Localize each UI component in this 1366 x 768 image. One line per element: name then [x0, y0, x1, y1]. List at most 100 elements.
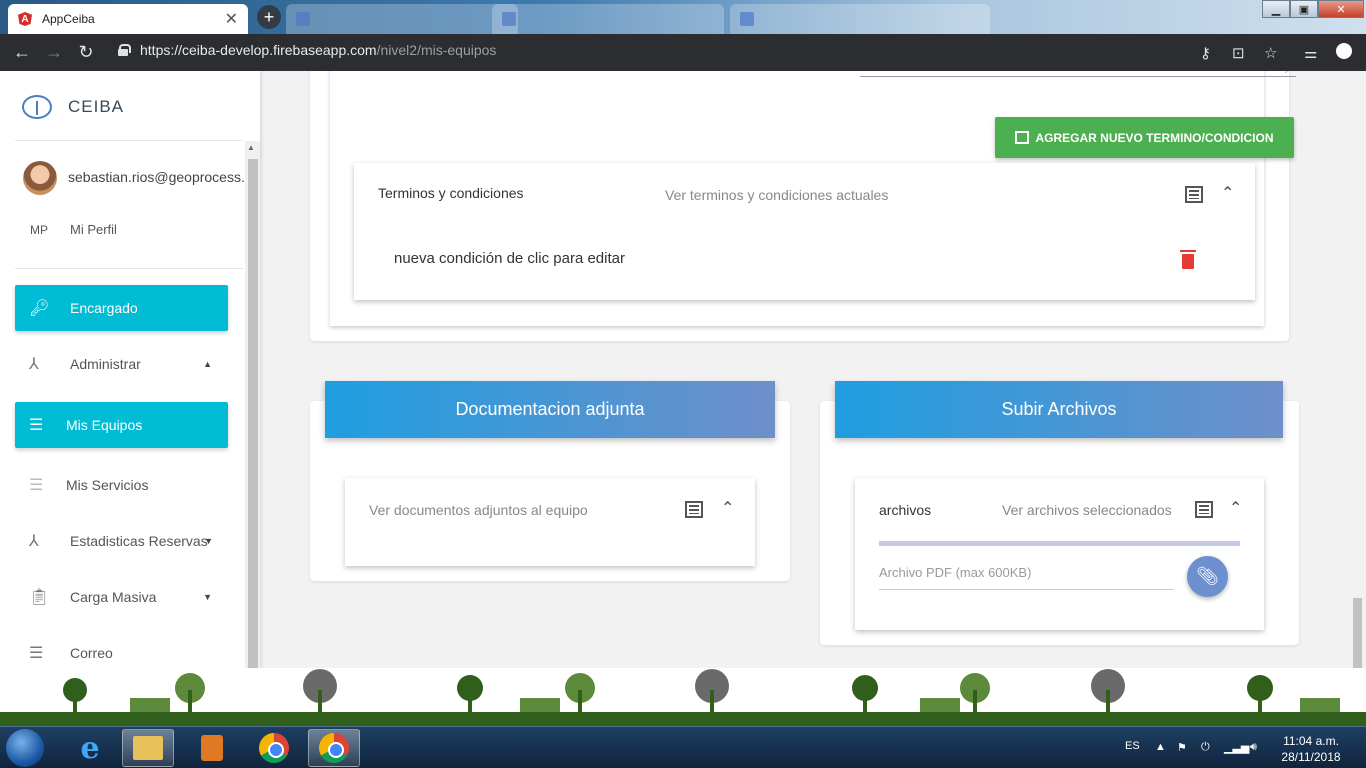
action-center-flag-icon[interactable]: ⚑ [1177, 741, 1187, 754]
extension-icon[interactable]: ⚌ [1304, 44, 1317, 62]
minimize-window-button[interactable]: ▁ [1262, 0, 1290, 18]
file-input-underline [879, 589, 1174, 590]
page-scrollbar[interactable] [1349, 71, 1366, 726]
sidebar-item-mis-equipos[interactable]: ☰ Mis Equipos [15, 402, 228, 448]
documentation-header: Documentacion adjunta [325, 381, 775, 438]
caret-up-icon: ▲ [203, 359, 212, 369]
internet-explorer-icon[interactable]: e [64, 729, 116, 767]
back-arrow-icon[interactable]: ← [6, 42, 38, 63]
key-icon[interactable]: ⚷ [1200, 44, 1211, 62]
sidebar-scrollbar[interactable]: ▲ [245, 141, 260, 668]
sidebar-item-label: Encargado [70, 300, 138, 316]
volume-icon[interactable]: 🔊︎ [1250, 741, 1257, 754]
maximize-window-button[interactable]: ▣ [1290, 0, 1318, 18]
profile-avatar-icon[interactable] [1336, 43, 1352, 59]
terms-card: ⟋ AGREGAR NUEVO TERMINO/CONDICION Termin… [310, 71, 1296, 341]
browser-tab-inactive[interactable] [286, 4, 518, 34]
sidebar-item-label: Correo [70, 645, 113, 661]
forest-footer-illustration [0, 668, 1366, 726]
delete-trash-icon[interactable] [1180, 250, 1196, 269]
key-icon: 🔑︎ [29, 300, 50, 317]
sidebar-item-correo[interactable]: ☰ Correo [15, 630, 228, 668]
translate-icon[interactable]: ⊡ [1232, 44, 1245, 62]
language-indicator[interactable]: ES [1125, 740, 1140, 752]
chevron-up-icon[interactable]: ⌃ [1221, 183, 1234, 203]
sidebar-item-mis-servicios[interactable]: ☰ Mis Servicios [15, 462, 228, 508]
hierarchy-icon: ⅄ [29, 533, 39, 550]
list-view-icon[interactable] [685, 501, 703, 518]
chevron-up-icon[interactable]: ⌃ [1229, 498, 1242, 518]
sidebar-item-administrar[interactable]: ⅄ Administrar ▲ [15, 341, 228, 387]
file-input-placeholder[interactable]: Archivo PDF (max 600KB) [879, 565, 1031, 580]
sidebar-item-carga-masiva[interactable]: 📋︎ Carga Masiva ▼ [15, 574, 228, 620]
resize-handle-icon[interactable]: ⟋ [1285, 71, 1291, 76]
sidebar-item-encargado[interactable]: 🔑︎ Encargado [15, 285, 228, 331]
my-profile-link[interactable]: Mi Perfil [70, 222, 117, 237]
chrome-active-window-icon[interactable] [308, 729, 360, 767]
browser-tab-active[interactable]: A AppCeiba ✕ [8, 4, 248, 34]
tab-favicon-icon [740, 12, 754, 26]
add-term-label: AGREGAR NUEVO TERMINO/CONDICION [1035, 130, 1274, 145]
clipboard-icon: 📋︎ [29, 589, 50, 606]
file-explorer-icon[interactable] [122, 729, 174, 767]
close-tab-icon[interactable]: ✕ [225, 9, 238, 29]
documentation-panel-description[interactable]: Ver documentos adjuntos al equipo [369, 502, 588, 518]
bookmark-star-icon[interactable]: ☆ [1264, 44, 1277, 62]
show-hidden-icons-arrow-icon[interactable]: ▲ [1155, 741, 1166, 753]
caret-down-icon: ▼ [203, 592, 212, 602]
terms-inner-card: ⟋ AGREGAR NUEVO TERMINO/CONDICION Termin… [330, 71, 1296, 326]
terms-panel-title[interactable]: Terminos y condiciones [378, 185, 524, 201]
list-icon: ☰ [29, 477, 44, 494]
lock-icon [118, 44, 131, 56]
attach-file-button[interactable]: 📎︎ [1187, 556, 1228, 597]
taskbar-clock[interactable]: 11:04 a.m. 28/11/2018 [1278, 733, 1344, 765]
new-tab-button[interactable]: + [257, 5, 281, 29]
upload-panel-description[interactable]: Ver archivos seleccionados [1002, 502, 1172, 518]
browser-toolbar: ← → ↻ https://ceiba-develop.firebaseapp.… [0, 34, 1366, 71]
scrollbar-thumb[interactable] [248, 159, 258, 668]
clock-date: 28/11/2018 [1281, 750, 1341, 764]
upload-expansion-panel: archivos Ver archivos seleccionados ⌃ Ar… [855, 478, 1264, 630]
tab-favicon-icon [296, 12, 310, 26]
add-term-button[interactable]: AGREGAR NUEVO TERMINO/CONDICION [995, 117, 1294, 158]
list-view-icon[interactable] [1185, 186, 1203, 203]
brand-name: CEIBA [68, 97, 125, 116]
terms-panel-description[interactable]: Ver terminos y condiciones actuales [665, 187, 888, 203]
term-item[interactable]: nueva condición de clic para editar [394, 250, 625, 267]
paperclip-icon: 📎︎ [1196, 566, 1219, 586]
address-bar[interactable]: https://ceiba-develop.firebaseapp.com/ni… [118, 42, 496, 58]
power-icon[interactable]: ⏻ [1201, 741, 1210, 754]
hierarchy-icon: ⅄ [29, 356, 39, 373]
clock-time: 11:04 a.m. [1283, 734, 1339, 748]
sidebar-item-label: Mis Servicios [66, 477, 149, 493]
windows-taskbar: e ES ▲ ⚑ ⏻ ▁▃▅ 🔊︎ 11:04 a.m. 28/11/2018 [0, 726, 1366, 768]
close-window-button[interactable]: ✕ [1318, 0, 1364, 18]
sidebar-item-label: Administrar [70, 356, 141, 372]
list-icon: ☰ [29, 645, 44, 662]
sidebar-item-estadisticas-reservas[interactable]: ⅄ Estadisticas Reservas ▼ [15, 518, 228, 564]
user-email: sebastian.rios@geoprocess.c [68, 169, 244, 185]
browser-tab-inactive[interactable] [492, 4, 724, 34]
media-player-icon[interactable] [186, 729, 238, 767]
browser-tab-bar: A AppCeiba ✕ + ▁ ▣ ✕ [0, 0, 1366, 34]
forward-arrow-icon[interactable]: → [38, 42, 70, 63]
windows-start-button[interactable] [6, 729, 44, 767]
list-view-icon[interactable] [1195, 501, 1213, 518]
reload-icon[interactable]: ↻ [70, 42, 102, 63]
documentation-expansion-panel: Ver documentos adjuntos al equipo ⌃ [345, 478, 755, 566]
page: CEIBA sebastian.rios@geoprocess.c MP Mi … [0, 71, 1366, 726]
upload-header: Subir Archivos [835, 381, 1283, 438]
upload-panel-title[interactable]: archivos [879, 502, 931, 518]
forest-silhouette [0, 669, 1366, 726]
textarea-underline[interactable] [860, 76, 1296, 77]
ceiba-tree-logo-icon [22, 95, 52, 119]
divider [15, 268, 243, 269]
browser-tab-inactive[interactable] [730, 4, 990, 34]
scroll-up-arrow-icon[interactable]: ▲ [247, 143, 255, 152]
caret-down-icon: ▼ [204, 536, 213, 546]
chrome-icon[interactable] [248, 729, 300, 767]
network-signal-icon[interactable]: ▁▃▅ [1224, 741, 1249, 754]
chevron-up-icon[interactable]: ⌃ [721, 498, 734, 518]
url-path: /nivel2/mis-equipos [376, 42, 497, 58]
brand[interactable]: CEIBA [22, 95, 124, 119]
